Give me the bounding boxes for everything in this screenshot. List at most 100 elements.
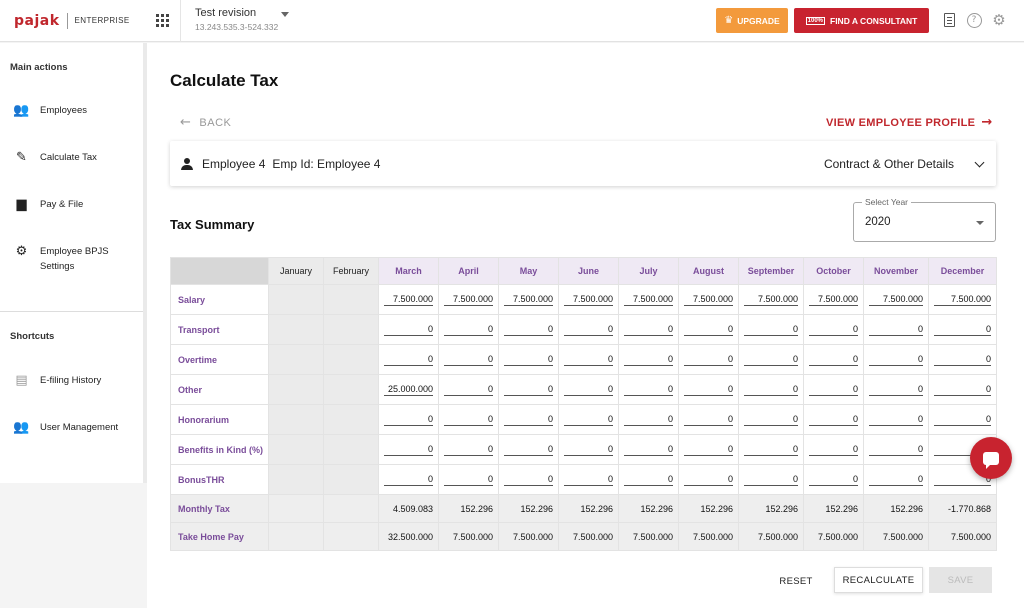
employee-card[interactable]: Employee 4 Emp Id: Employee 4 Contract &…	[170, 141, 996, 186]
amount-input[interactable]: 0	[384, 324, 433, 336]
chevron-down-icon[interactable]	[974, 157, 985, 168]
amount-input[interactable]: 0	[624, 384, 673, 396]
amount-input[interactable]: 0	[504, 414, 553, 426]
amount-input[interactable]: 7.500.000	[744, 294, 798, 306]
amount-input[interactable]: 0	[684, 444, 733, 456]
amount-input[interactable]: 0	[684, 384, 733, 396]
amount-input[interactable]: 0	[744, 384, 798, 396]
recalculate-button[interactable]: RECALCULATE	[834, 567, 923, 593]
settings-gear-icon[interactable]: ⚙	[990, 11, 1008, 29]
back-label: BACK	[199, 116, 232, 129]
amount-input[interactable]: 0	[504, 444, 553, 456]
amount-input[interactable]: 0	[869, 324, 923, 336]
amount-input[interactable]: 0	[504, 324, 553, 336]
amount-input[interactable]: 0	[684, 474, 733, 486]
amount-input[interactable]: 7.500.000	[444, 294, 493, 306]
view-employee-profile-link[interactable]: VIEW EMPLOYEE PROFILE →	[826, 115, 993, 130]
chat-button[interactable]	[970, 437, 1012, 479]
save-button[interactable]: SAVE	[929, 567, 992, 593]
amount-input[interactable]: 0	[384, 354, 433, 366]
amount-input[interactable]: 7.500.000	[934, 294, 991, 306]
amount-input[interactable]: 0	[564, 444, 613, 456]
computed-value: 152.296	[438, 494, 499, 523]
amount-input[interactable]: 0	[444, 474, 493, 486]
back-button[interactable]: ← BACK	[180, 115, 231, 130]
consultant-badge-icon: 100%	[805, 16, 825, 25]
apps-grid-icon[interactable]	[144, 0, 180, 42]
amount-input[interactable]: 0	[444, 414, 493, 426]
revision-selector[interactable]: Test revision 13.243.535.3-524.332	[180, 0, 340, 42]
sidebar-item-calculate-tax[interactable]: ✎ Calculate Tax	[0, 150, 143, 165]
amount-input[interactable]: 0	[809, 384, 858, 396]
amount-input[interactable]: 7.500.000	[384, 294, 433, 306]
help-icon[interactable]: ?	[965, 11, 983, 29]
amount-input[interactable]: 0	[744, 414, 798, 426]
amount-input[interactable]: 0	[384, 414, 433, 426]
amount-input[interactable]: 0	[684, 414, 733, 426]
amount-input[interactable]: 0	[809, 474, 858, 486]
amount-input[interactable]: 0	[744, 474, 798, 486]
amount-input[interactable]: 7.500.000	[564, 294, 613, 306]
amount-input[interactable]: 0	[384, 474, 433, 486]
month-header: September	[738, 257, 804, 285]
amount-input[interactable]: 0	[869, 354, 923, 366]
disabled-cell	[323, 404, 379, 435]
amount-input[interactable]: 0	[564, 354, 613, 366]
amount-input[interactable]: 0	[809, 414, 858, 426]
amount-input[interactable]: 0	[934, 324, 991, 336]
amount-input[interactable]: 0	[384, 444, 433, 456]
amount-input[interactable]: 0	[624, 354, 673, 366]
disabled-cell	[268, 374, 324, 405]
amount-input[interactable]: 0	[504, 474, 553, 486]
amount-input[interactable]: 25.000.000	[384, 384, 433, 396]
amount-input[interactable]: 0	[444, 384, 493, 396]
amount-input[interactable]: 7.500.000	[624, 294, 673, 306]
amount-input[interactable]: 0	[869, 474, 923, 486]
table-cell: 0	[558, 434, 619, 465]
amount-input[interactable]: 0	[869, 384, 923, 396]
sidebar-item-pay-file[interactable]: ▆ Pay & File	[0, 197, 143, 212]
amount-input[interactable]: 0	[744, 324, 798, 336]
amount-input[interactable]: 0	[934, 414, 991, 426]
amount-input[interactable]: 7.500.000	[809, 294, 858, 306]
amount-input[interactable]: 0	[564, 474, 613, 486]
tax-table-body: Salary 7.500.000 7.500.000 7.500.000 7.500.0…	[170, 284, 997, 551]
amount-input[interactable]: 7.500.000	[684, 294, 733, 306]
upgrade-button[interactable]: ♛ UPGRADE	[716, 8, 788, 33]
amount-input[interactable]: 0	[684, 354, 733, 366]
amount-input[interactable]: 0	[869, 444, 923, 456]
amount-input[interactable]: 0	[684, 324, 733, 336]
sidebar-item-employees[interactable]: 👥 Employees	[0, 103, 143, 118]
shortcut-efiling-history[interactable]: ▤ E-filing History	[0, 373, 143, 388]
amount-input[interactable]: 0	[809, 354, 858, 366]
amount-input[interactable]: 0	[624, 474, 673, 486]
amount-input[interactable]: 0	[444, 444, 493, 456]
amount-input[interactable]: 0	[744, 354, 798, 366]
find-consultant-button[interactable]: 100% FIND A CONSULTANT	[794, 8, 929, 33]
sidebar-item-employee-bpjs[interactable]: ⚙ Employee BPJS Settings	[0, 244, 143, 274]
amount-input[interactable]: 0	[934, 354, 991, 366]
amount-input[interactable]: 0	[744, 444, 798, 456]
amount-input[interactable]: 0	[504, 384, 553, 396]
reset-button[interactable]: RESET	[772, 570, 820, 592]
clipboard-icon[interactable]	[940, 11, 958, 29]
amount-input[interactable]: 0	[504, 354, 553, 366]
amount-input[interactable]: 0	[809, 444, 858, 456]
amount-input[interactable]: 0	[624, 324, 673, 336]
amount-input[interactable]: 0	[624, 444, 673, 456]
logo[interactable]: pajak ENTERPRISE	[0, 0, 144, 42]
amount-input[interactable]: 7.500.000	[869, 294, 923, 306]
select-year-dropdown[interactable]: Select Year 2020	[853, 197, 996, 242]
shortcut-user-management[interactable]: 👥 User Management	[0, 420, 143, 435]
amount-input[interactable]: 0	[444, 354, 493, 366]
amount-input[interactable]: 0	[809, 324, 858, 336]
amount-input[interactable]: 0	[624, 414, 673, 426]
row-label: Monthly Tax	[170, 494, 269, 523]
amount-input[interactable]: 0	[934, 384, 991, 396]
amount-input[interactable]: 0	[444, 324, 493, 336]
amount-input[interactable]: 0	[564, 384, 613, 396]
amount-input[interactable]: 7.500.000	[504, 294, 553, 306]
amount-input[interactable]: 0	[869, 414, 923, 426]
amount-input[interactable]: 0	[564, 324, 613, 336]
amount-input[interactable]: 0	[564, 414, 613, 426]
